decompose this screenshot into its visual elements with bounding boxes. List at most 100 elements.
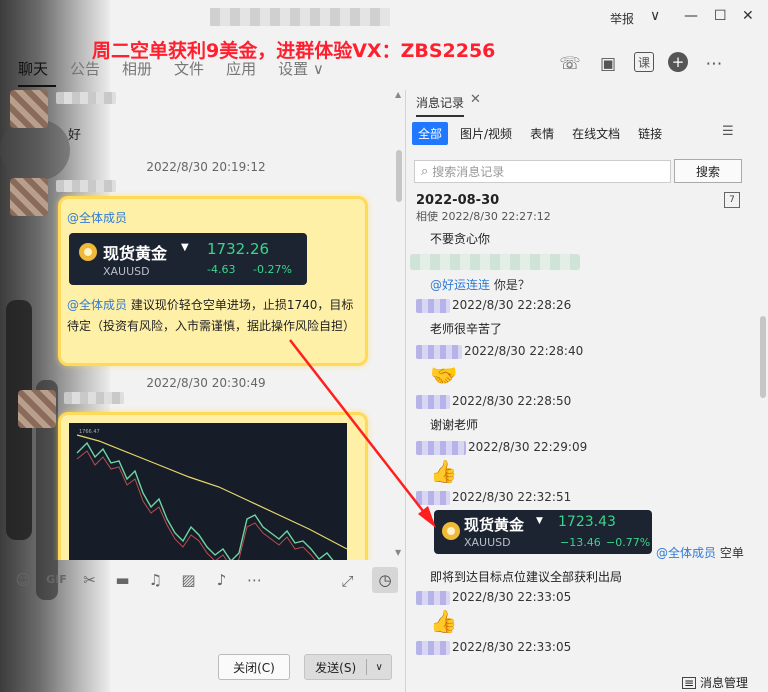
search-input[interactable]	[432, 164, 653, 179]
history-list: 相使 2022/8/30 22:27:12 不要贪心你 @好运连连 你是？ 20…	[406, 208, 768, 666]
history-scrollbar[interactable]	[760, 316, 766, 398]
minimize-icon[interactable]: —	[684, 8, 698, 24]
caret-down-icon: ▼	[181, 242, 189, 253]
filter-links[interactable]: 链接	[632, 122, 668, 145]
filter-docs[interactable]: 在线文档	[566, 122, 626, 145]
expand-icon[interactable]: ⤢	[336, 569, 359, 592]
emoji-icon[interactable]: ☺	[12, 568, 35, 591]
report-link[interactable]: 举报	[610, 10, 634, 27]
chevron-down-icon[interactable]: ∨	[367, 662, 391, 673]
close-icon[interactable]: ✕	[470, 92, 481, 107]
add-icon[interactable]: +	[668, 52, 688, 72]
search-button[interactable]: 搜索	[674, 159, 742, 183]
thumbs-up-emoji-icon: 👍	[430, 610, 458, 635]
group-tabs: 聊天 公告 相册 文件 应用 设置 ∨	[18, 58, 346, 87]
message-text: 谢谢老师	[430, 418, 479, 432]
message-meta: 2022/8/30 22:28:40	[416, 344, 583, 359]
nickname-blurred	[56, 92, 116, 104]
mention-user[interactable]: @好运连连	[430, 278, 490, 292]
card-change-pct: -0.27%	[253, 263, 292, 276]
scroll-down-icon[interactable]: ▼	[395, 548, 401, 557]
scroll-up-icon[interactable]: ▲	[395, 90, 401, 99]
title-bar: 举报 ∨ — ☐ ✕	[0, 0, 768, 36]
thumbs-up-emoji-icon: 👍	[430, 460, 458, 485]
filter-all[interactable]: 全部	[412, 122, 449, 145]
card-change-pct: −0.77%	[606, 536, 651, 549]
message-text: 老师很辛苦了	[430, 322, 503, 336]
phone-icon[interactable]: ☏	[558, 52, 582, 76]
message-meta: 2022/8/30 22:28:26	[416, 298, 571, 313]
history-filters: 全部 图片/视频 表情 在线文档 链接	[412, 122, 668, 145]
mention-all[interactable]: @全体成员	[67, 298, 127, 312]
mention-all[interactable]: @全体成员	[67, 209, 127, 226]
calendar-icon[interactable]: 7	[724, 192, 740, 208]
scissors-icon[interactable]: ✂	[78, 568, 101, 591]
message-meta: 2022/8/30 22:33:05	[416, 640, 571, 655]
tab-announcement[interactable]: 公告	[70, 58, 108, 87]
filter-stickers[interactable]: 表情	[524, 122, 560, 145]
message-bubble: @全体成员 现货黄金 ▼ XAUUSD 1732.26 -4.63 -0.27%…	[58, 196, 368, 366]
image-icon[interactable]: ▨	[177, 568, 200, 591]
group-name-blurred	[210, 8, 390, 26]
history-clock-icon[interactable]: ◷	[372, 567, 398, 593]
gold-coin-icon	[79, 243, 97, 261]
message-text: 不要贪心你	[430, 232, 491, 246]
image-message[interactable]: 1766.47	[58, 412, 368, 560]
gold-price-card[interactable]: 现货黄金 ▼ XAUUSD 1732.26 -4.63 -0.27%	[69, 233, 307, 285]
timestamp: 2022/8/30 20:30:49	[146, 376, 266, 390]
message-text: @全体成员 空单	[656, 546, 744, 560]
manage-icon: ≡	[682, 675, 696, 690]
tab-album[interactable]: 相册	[122, 58, 160, 87]
caret-down-icon: ▼	[536, 516, 543, 526]
bell-icon[interactable]: ♪	[210, 568, 233, 591]
more-icon[interactable]: ⋯	[702, 52, 726, 76]
svg-text:1766.47: 1766.47	[79, 429, 100, 435]
nickname-blurred	[56, 180, 116, 192]
input-toolbar: ☺ GIF ✂ ▬ ♫ ▨ ♪ ⋯	[12, 568, 266, 591]
gif-icon[interactable]: GIF	[45, 568, 68, 591]
card-change: -4.63	[207, 263, 236, 276]
tab-settings[interactable]: 设置 ∨	[278, 58, 332, 87]
gold-coin-icon	[442, 522, 460, 540]
more-icon[interactable]: ⋯	[243, 568, 266, 591]
send-label: 发送(S)	[315, 660, 357, 675]
history-tab[interactable]: 消息记录	[416, 94, 465, 117]
message-meta: 2022/8/30 22:32:51	[416, 490, 571, 505]
close-button[interactable]: 关闭(C)	[218, 654, 290, 680]
card-title: 现货黄金	[464, 516, 525, 534]
tab-files[interactable]: 文件	[174, 58, 212, 87]
folder-icon[interactable]: ▬	[111, 568, 134, 591]
close-icon[interactable]: ✕	[742, 8, 754, 24]
message-manage-button[interactable]: ≡ 消息管理	[682, 674, 748, 691]
avatar[interactable]	[10, 178, 48, 216]
avatar[interactable]	[10, 90, 48, 128]
message-text: @好运连连 你是？	[430, 278, 530, 292]
mention-all[interactable]: @全体成员	[656, 546, 716, 560]
message-history-panel: 消息记录 ✕ 全部 图片/视频 表情 在线文档 链接 ☰ ⌕ 搜索 2022-0…	[406, 90, 768, 692]
date-header: 2022-08-30	[416, 193, 500, 208]
send-button[interactable]: 发送(S) ∨	[304, 654, 392, 680]
card-symbol: XAUUSD	[464, 536, 511, 549]
card-symbol: XAUUSD	[103, 265, 150, 278]
music-icon[interactable]: ♫	[144, 568, 167, 591]
video-icon[interactable]: ▣	[596, 52, 620, 76]
chevron-down-icon[interactable]: ∨	[650, 8, 660, 24]
search-field[interactable]: ⌕	[414, 160, 671, 183]
message-meta: 2022/8/30 22:29:09	[416, 440, 587, 455]
chart-screenshot[interactable]: 1766.47	[69, 423, 347, 560]
tab-apps[interactable]: 应用	[226, 58, 264, 87]
avatar[interactable]	[18, 390, 56, 428]
chat-messages: 好 2022/8/30 20:19:12 @全体成员 现货黄金 ▼ XAUUSD…	[0, 90, 405, 560]
message-meta: 2022/8/30 22:28:50	[416, 394, 571, 409]
sender-blurred	[410, 254, 580, 270]
search-icon: ⌕	[421, 164, 429, 179]
tab-chat[interactable]: 聊天	[18, 58, 57, 87]
chat-scrollbar[interactable]	[396, 150, 402, 202]
filter-media[interactable]: 图片/视频	[454, 122, 518, 145]
handshake-emoji-icon: 🤝	[430, 364, 458, 389]
class-icon[interactable]: 课	[634, 52, 654, 72]
gold-price-card[interactable]: 现货黄金 ▼ XAUUSD 1723.43 −13.46 −0.77%	[434, 510, 652, 554]
filter-icon[interactable]: ☰	[722, 124, 734, 139]
message-text: @全体成员 建议现价轻仓空单进场，止损1740，目标待定（投资有风险，入市需谨慎…	[67, 298, 356, 333]
maximize-icon[interactable]: ☐	[714, 8, 727, 24]
